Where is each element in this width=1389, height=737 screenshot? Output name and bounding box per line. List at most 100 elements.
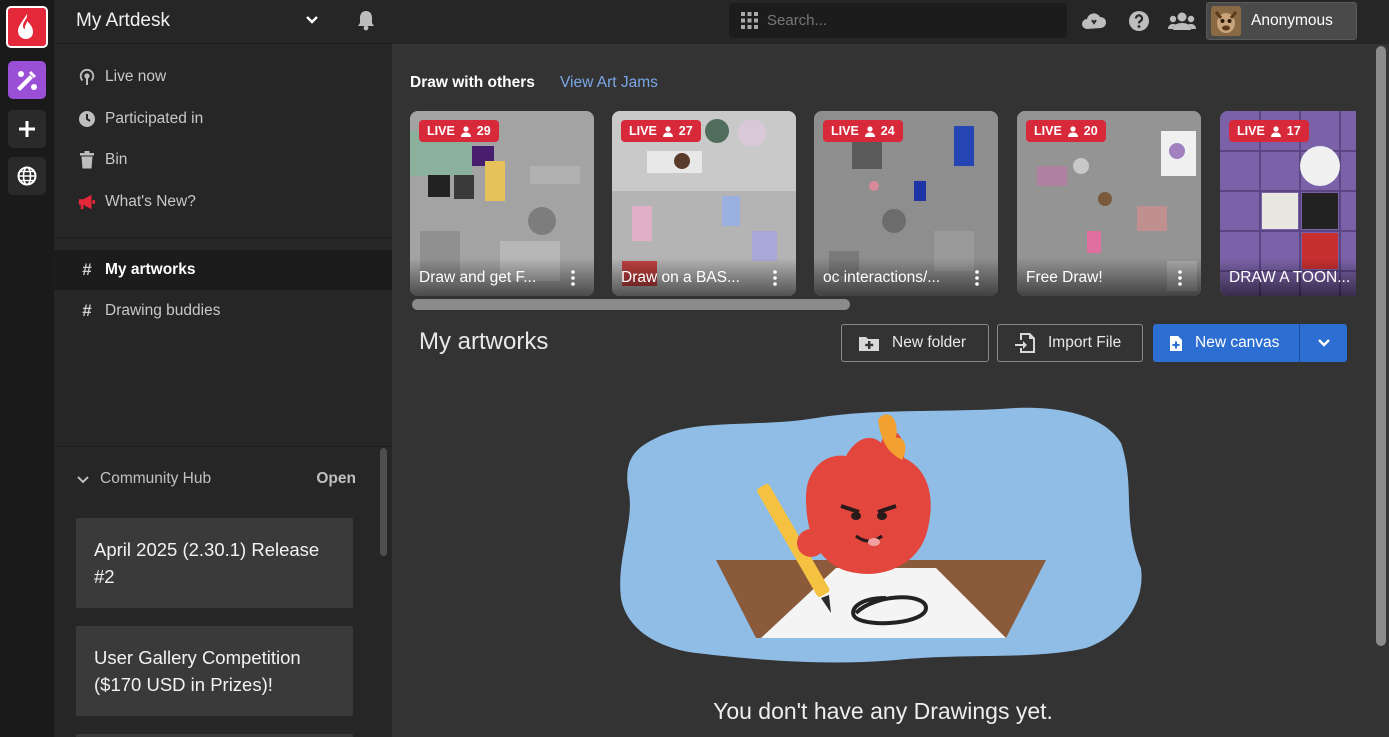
carousel-scrollbar[interactable]	[412, 299, 850, 310]
person-icon	[460, 125, 471, 137]
community-hub-label: Community Hub	[100, 470, 212, 487]
art-jam-title: DRAW A TOON...	[1229, 269, 1351, 286]
help-icon[interactable]	[1126, 9, 1152, 33]
art-jam-card[interactable]: LIVE 29 Draw and get F...	[410, 111, 594, 296]
divider	[54, 446, 392, 447]
empty-state-message: You don't have any Drawings yet.	[713, 698, 1053, 724]
channel-label: Drawing buddies	[105, 302, 221, 319]
chevron-down-icon[interactable]	[304, 12, 320, 33]
nav-item-participated-in[interactable]: Participated in	[54, 99, 392, 139]
avatar	[1211, 6, 1241, 36]
cloud-icon[interactable]	[1081, 9, 1107, 33]
art-jam-carousel[interactable]: LIVE 29 Draw and get F... LIVE 27 Draw o…	[410, 111, 1356, 297]
nav-item-whats-new[interactable]: What's New?	[54, 182, 392, 222]
live-badge: LIVE 17	[1229, 120, 1309, 142]
art-jam-card[interactable]: LIVE 27 Draw on a BAS...	[612, 111, 796, 296]
art-jam-title: Draw on a BAS...	[621, 269, 740, 286]
community-hub-scrollbar[interactable]	[380, 448, 387, 556]
live-badge: LIVE 29	[419, 120, 499, 142]
participant-count: 27	[678, 124, 693, 138]
chevron-down-icon	[1317, 339, 1330, 347]
art-jam-card[interactable]: LIVE 17 DRAW A TOON...	[1220, 111, 1356, 296]
app-root: My Artdesk Live now Participated in Bin …	[0, 0, 1389, 737]
button-label: Import File	[1048, 334, 1122, 351]
nav-label: Bin	[105, 151, 128, 168]
main-content: Draw with others View Art Jams LIVE 29 D…	[392, 44, 1389, 737]
art-jam-title: Draw and get F...	[419, 269, 537, 286]
nav-label: What's New?	[105, 193, 196, 210]
art-jam-card[interactable]: LIVE 20 Free Draw!	[1017, 111, 1201, 296]
nav-label: Participated in	[105, 110, 204, 127]
community-hub-header[interactable]: Community Hub Open	[76, 469, 356, 491]
live-label: LIVE	[831, 124, 859, 138]
flame-logo-icon[interactable]	[6, 6, 48, 48]
main-scrollbar[interactable]	[1376, 46, 1386, 646]
folder-plus-icon	[858, 334, 880, 352]
top-bar: Anonymous	[392, 0, 1389, 44]
view-art-jams-link[interactable]: View Art Jams	[560, 74, 658, 92]
sidebar: My Artdesk Live now Participated in Bin …	[54, 0, 392, 737]
channel-label: My artworks	[105, 261, 196, 278]
nav-item-live-now[interactable]: Live now	[54, 57, 392, 97]
bell-icon[interactable]	[356, 9, 376, 36]
empty-state-illustration	[620, 407, 1142, 663]
button-label: New folder	[892, 334, 967, 351]
new-file-icon	[1169, 335, 1183, 352]
live-icon	[78, 68, 96, 86]
more-options-icon[interactable]	[970, 269, 984, 287]
sidebar-header: My Artdesk	[54, 0, 392, 44]
channel-my-artworks[interactable]: # My artworks	[54, 250, 392, 290]
nav-label: Live now	[105, 68, 167, 85]
plus-icon[interactable]	[8, 110, 46, 148]
person-icon	[662, 125, 673, 137]
live-badge: LIVE 27	[621, 120, 701, 142]
new-canvas-button[interactable]: New canvas	[1153, 324, 1300, 362]
workspace-title[interactable]: My Artdesk	[76, 10, 170, 32]
palette-apps-icon[interactable]	[8, 61, 46, 99]
more-options-icon[interactable]	[1173, 269, 1187, 287]
megaphone-icon	[78, 193, 96, 211]
art-jam-title: Free Draw!	[1026, 269, 1103, 286]
new-canvas-dropdown[interactable]	[1299, 324, 1347, 362]
community-post[interactable]: April 2025 (2.30.1) Release #2	[76, 518, 353, 608]
globe-icon[interactable]	[8, 157, 46, 195]
divider	[54, 237, 392, 238]
friends-icon[interactable]	[1167, 9, 1197, 33]
art-jam-title: oc interactions/...	[823, 269, 941, 286]
user-menu[interactable]: Anonymous	[1206, 2, 1357, 40]
app-rail	[0, 0, 54, 737]
nav-item-bin[interactable]: Bin	[54, 140, 392, 180]
section-title: My artworks	[419, 328, 549, 355]
more-options-icon[interactable]	[566, 269, 580, 287]
person-icon	[1270, 125, 1281, 137]
new-folder-button[interactable]: New folder	[841, 324, 989, 362]
participant-count: 17	[1286, 124, 1301, 138]
clock-icon	[78, 110, 96, 128]
search-input[interactable]	[767, 3, 1057, 38]
draw-with-others-heading: Draw with others	[410, 74, 535, 91]
art-jam-card[interactable]: LIVE 24 oc interactions/...	[814, 111, 998, 296]
community-post[interactable]: User Gallery Competition ($170 USD in Pr…	[76, 626, 353, 716]
button-label: New canvas	[1195, 334, 1280, 351]
chevron-down-icon	[76, 473, 90, 492]
user-name: Anonymous	[1251, 12, 1333, 29]
participant-count: 29	[476, 124, 491, 138]
hash-icon: #	[82, 260, 92, 279]
import-file-icon	[1014, 332, 1036, 354]
live-label: LIVE	[1034, 124, 1062, 138]
live-badge: LIVE 24	[823, 120, 903, 142]
live-label: LIVE	[427, 124, 455, 138]
import-file-button[interactable]: Import File	[997, 324, 1143, 362]
hash-icon: #	[82, 301, 92, 320]
search-box[interactable]	[729, 3, 1067, 38]
community-hub-open-link[interactable]: Open	[316, 470, 356, 488]
more-options-icon[interactable]	[768, 269, 782, 287]
live-label: LIVE	[1237, 124, 1265, 138]
grid-search-icon	[741, 12, 758, 34]
person-icon	[864, 125, 875, 137]
person-icon	[1067, 125, 1078, 137]
channel-drawing-buddies[interactable]: # Drawing buddies	[54, 291, 392, 331]
trash-icon	[78, 151, 96, 169]
participant-count: 20	[1083, 124, 1098, 138]
live-badge: LIVE 20	[1026, 120, 1106, 142]
